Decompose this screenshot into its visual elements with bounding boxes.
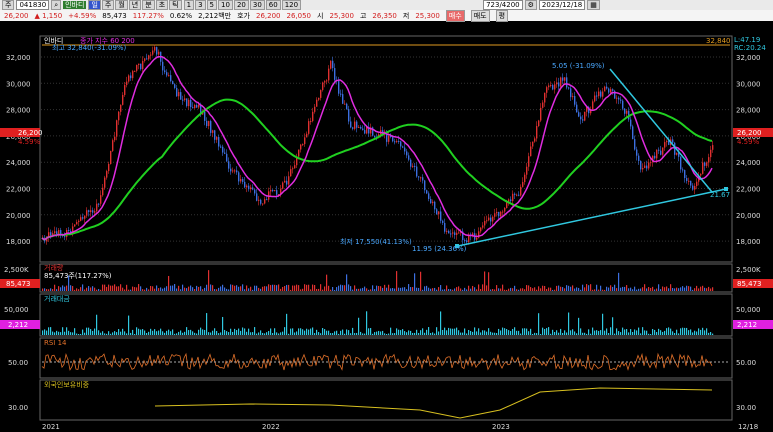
moving-average-fast bbox=[41, 55, 713, 241]
price-panel-frame bbox=[39, 35, 733, 263]
price-y-tick: 28,000 bbox=[6, 107, 31, 115]
foreign-panel-title: 외국인보유비중 bbox=[44, 380, 90, 389]
volume-panel-title: 거래량 bbox=[44, 263, 64, 272]
volume-value-label: 85,473주(117.27%) bbox=[44, 272, 112, 280]
price-y-tick: 28,000 bbox=[736, 107, 761, 115]
volume-tag-right-text: 85,473 bbox=[737, 280, 762, 288]
amount-bars bbox=[42, 311, 714, 335]
price-y-tick: 22,000 bbox=[6, 186, 31, 194]
current-pct-tag-right: 4.59% bbox=[737, 138, 760, 146]
amount-tag-left-text: 2,212 bbox=[8, 321, 28, 329]
foreign-panel-frame bbox=[39, 379, 733, 421]
volume-y-tick-left: 2,500K bbox=[4, 266, 29, 274]
down-trendline[interactable] bbox=[609, 68, 713, 193]
price-y-tick: 24,000 bbox=[736, 159, 761, 167]
volume-bars bbox=[42, 270, 714, 291]
amount-y-tick-right: 50,000 bbox=[736, 306, 761, 314]
price-y-tick: 18,000 bbox=[6, 238, 31, 246]
price-y-tick: 20,000 bbox=[6, 212, 31, 220]
rsi-y-tick-right: 50.00 bbox=[736, 359, 756, 367]
foreign-ownership-line bbox=[154, 387, 713, 419]
trend-info-2: RC:20.24 bbox=[734, 44, 766, 52]
volume-tag-left-text: 85,473 bbox=[6, 280, 31, 288]
price-y-tick: 30,000 bbox=[6, 80, 31, 88]
x-axis-label: 12/18 bbox=[738, 423, 758, 431]
annotation-low-left: 최저 17,550(41.13%) bbox=[340, 237, 412, 246]
foreign-y-tick-left: 30.00 bbox=[8, 404, 28, 412]
foreign-y-tick-right: 30.00 bbox=[736, 404, 756, 412]
amount-y-tick-left: 50,000 bbox=[4, 306, 29, 314]
trend-info-1: L:47.19 bbox=[734, 36, 760, 44]
current-price-tag-right-text: 26,200 bbox=[737, 129, 762, 137]
price-y-tick: 32,000 bbox=[736, 54, 761, 62]
amount-panel-title: 거래대금 bbox=[44, 294, 70, 303]
x-axis-label: 2023 bbox=[492, 423, 510, 431]
annotation-high: 5.05 (-31.09%) bbox=[552, 62, 605, 70]
price-y-tick: 30,000 bbox=[736, 80, 761, 88]
volume-y-tick-right: 2,500K bbox=[736, 266, 761, 274]
stock-chart[interactable]: 인바디 종가 지수 60 200 32,840 L:47.19 RC:20.24… bbox=[0, 0, 773, 432]
price-y-tick: 32,000 bbox=[6, 54, 31, 62]
price-y-tick: 18,000 bbox=[736, 238, 761, 246]
rsi-panel-title: RSI 14 bbox=[44, 339, 67, 347]
x-axis-label: 2021 bbox=[42, 423, 60, 431]
resistance-value: 32,840 bbox=[706, 37, 731, 45]
amount-tag-right-text: 2,212 bbox=[737, 321, 757, 329]
price-y-tick: 22,000 bbox=[736, 186, 761, 194]
rsi-panel-frame bbox=[39, 337, 733, 379]
price-y-tick: 24,000 bbox=[6, 159, 31, 167]
annotation-peak: 최고 32,840(-31.09%) bbox=[52, 43, 127, 52]
x-axis-label: 2022 bbox=[262, 423, 280, 431]
current-pct-tag-left: 4.59% bbox=[18, 138, 41, 146]
rsi-y-tick-left: 50.00 bbox=[8, 359, 28, 367]
annotation-low: 11.95 (24.36%) bbox=[412, 245, 467, 253]
annotation-right: 21.67 bbox=[710, 191, 730, 199]
moving-average-slow bbox=[41, 98, 713, 241]
current-price-tag-left-text: 26,200 bbox=[18, 129, 43, 137]
amount-panel-frame bbox=[39, 293, 733, 337]
price-y-tick: 20,000 bbox=[736, 212, 761, 220]
